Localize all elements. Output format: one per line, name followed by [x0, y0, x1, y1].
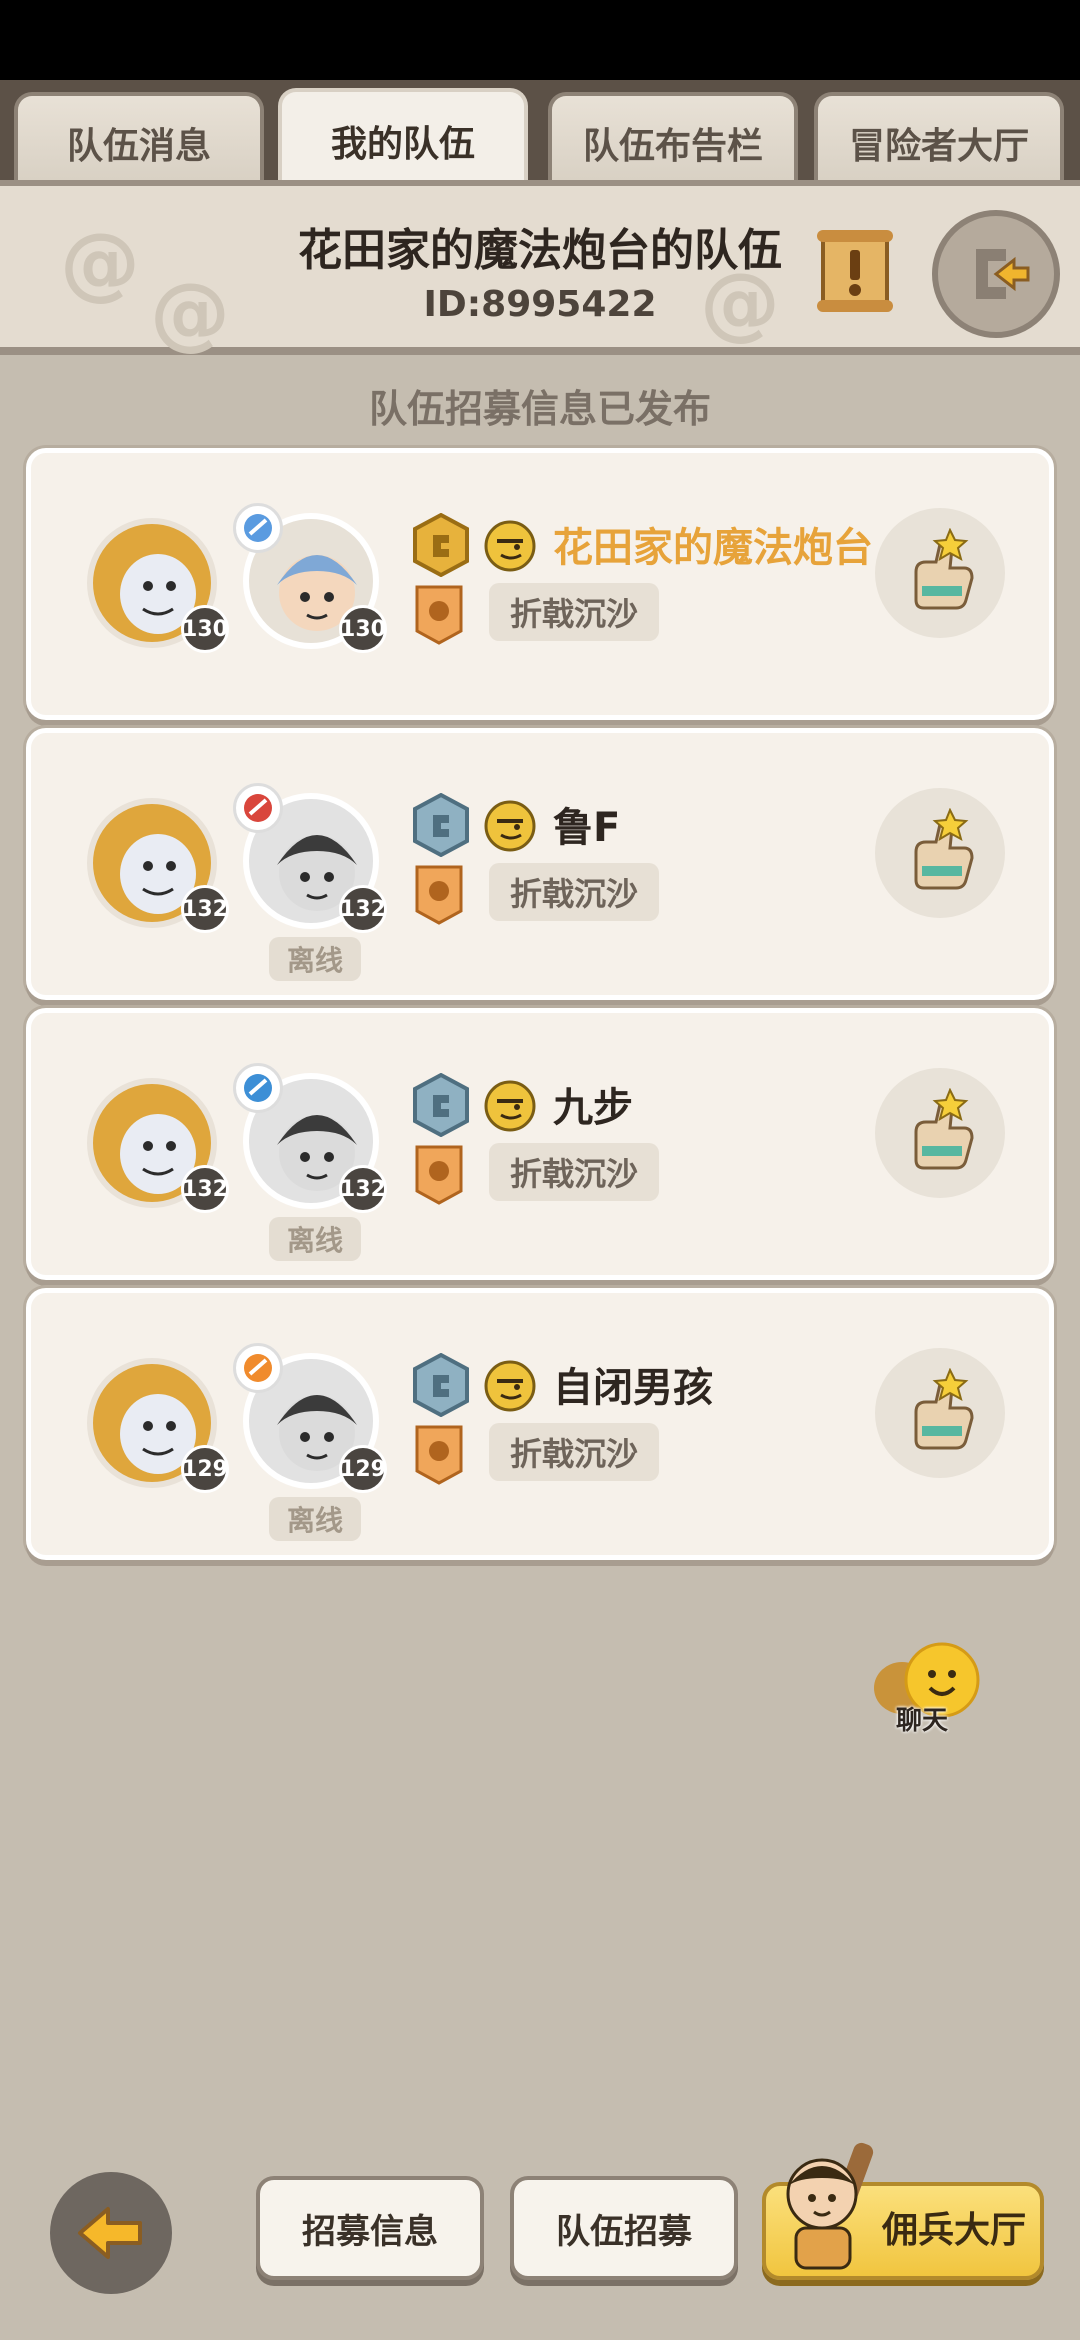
tab-team-messages[interactable]: 队伍消息: [14, 92, 264, 190]
guild-name-tag[interactable]: 折戟沉沙: [489, 1143, 659, 1201]
offline-status-tag: 离线: [269, 937, 361, 981]
team-name: 花田家的魔法炮台的队伍: [298, 225, 782, 276]
like-button[interactable]: [875, 788, 1005, 918]
back-arrow-icon: [78, 2207, 142, 2259]
tab-adventurer-hall[interactable]: 冒险者大厅: [814, 92, 1064, 190]
rank-shield-icon: [413, 1073, 469, 1137]
offline-status-tag: 离线: [269, 1217, 361, 1261]
member-name: 花田家的魔法炮台: [553, 525, 873, 571]
offline-status-tag: 离线: [269, 1497, 361, 1541]
pet-level-badge: 132: [181, 885, 229, 933]
member-name: 鲁F: [553, 805, 621, 851]
rank-shield-icon: [413, 793, 469, 857]
hero-level-badge: 132: [339, 1165, 387, 1213]
pet-level-badge: 129: [181, 1445, 229, 1493]
tab-team-bulletin[interactable]: 队伍布告栏: [548, 92, 798, 190]
rank-shield-icon: [413, 513, 469, 577]
mood-face-icon: [484, 520, 536, 572]
hero-level-badge: 132: [339, 885, 387, 933]
member-card[interactable]: 129 129 离线 自闭男孩 折戟沉沙: [26, 1288, 1054, 1560]
exit-door-icon: [976, 249, 1030, 299]
chat-label: 聊天: [895, 1706, 948, 1736]
class-icon: [233, 783, 283, 833]
rank-shield-icon: [413, 1353, 469, 1417]
team-recruit-button[interactable]: 队伍招募: [510, 2176, 738, 2280]
class-icon: [233, 1063, 283, 1113]
mood-face-icon: [484, 1080, 536, 1132]
notice-scroll-icon[interactable]: [815, 226, 895, 316]
thumbs-up-star-icon: [914, 528, 974, 610]
mood-face-icon: [484, 1360, 536, 1412]
like-button[interactable]: [875, 1068, 1005, 1198]
thumbs-up-star-icon: [914, 1368, 974, 1450]
member-name: 自闭男孩: [553, 1365, 713, 1411]
thumbs-up-star-icon: [914, 808, 974, 890]
member-card[interactable]: 132 132 离线: [26, 728, 1054, 1000]
mood-face-icon: [484, 800, 536, 852]
recruit-info-button[interactable]: 招募信息: [256, 2176, 484, 2280]
guild-banner-icon: [415, 1145, 463, 1205]
class-icon: [233, 503, 283, 553]
guild-banner-icon: [415, 865, 463, 925]
mercenary-hall-label: 佣兵大厅: [882, 2210, 1027, 2251]
guild-banner-icon: [415, 585, 463, 645]
hero-level-badge: 130: [339, 605, 387, 653]
pet-level-badge: 132: [181, 1165, 229, 1213]
member-card[interactable]: 130 130 花田家的魔法炮台 折戟沉沙: [26, 448, 1054, 720]
team-id: ID:8995422: [423, 284, 657, 325]
team-header: @ @ @ 花田家的魔法炮台的队伍 ID:8995422: [0, 180, 1080, 359]
member-card[interactable]: 132 132 离线: [26, 1008, 1054, 1280]
class-icon: [233, 1343, 283, 1393]
tab-my-team[interactable]: 我的队伍: [278, 88, 528, 190]
tab-bar: 队伍消息 我的队伍 队伍布告栏 冒险者大厅: [0, 80, 1080, 190]
mercenary-hall-button[interactable]: 佣兵大厅: [762, 2142, 1044, 2280]
back-button[interactable]: [50, 2172, 172, 2294]
member-name: 九步: [553, 1085, 633, 1131]
like-button[interactable]: [875, 1348, 1005, 1478]
guild-name-tag[interactable]: 折戟沉沙: [489, 863, 659, 921]
pet-level-badge: 130: [181, 605, 229, 653]
leave-team-button[interactable]: [932, 210, 1060, 338]
thumbs-up-star-icon: [914, 1088, 974, 1170]
caveman-character-icon: [786, 2142, 874, 2270]
hero-level-badge: 129: [339, 1445, 387, 1493]
like-button[interactable]: [875, 508, 1005, 638]
status-bar: [0, 0, 1080, 80]
guild-name-tag[interactable]: 折戟沉沙: [489, 1423, 659, 1481]
guild-banner-icon: [415, 1425, 463, 1485]
recruit-status-text: 队伍招募信息已发布: [368, 387, 711, 431]
guild-name-tag[interactable]: 折戟沉沙: [489, 583, 659, 641]
